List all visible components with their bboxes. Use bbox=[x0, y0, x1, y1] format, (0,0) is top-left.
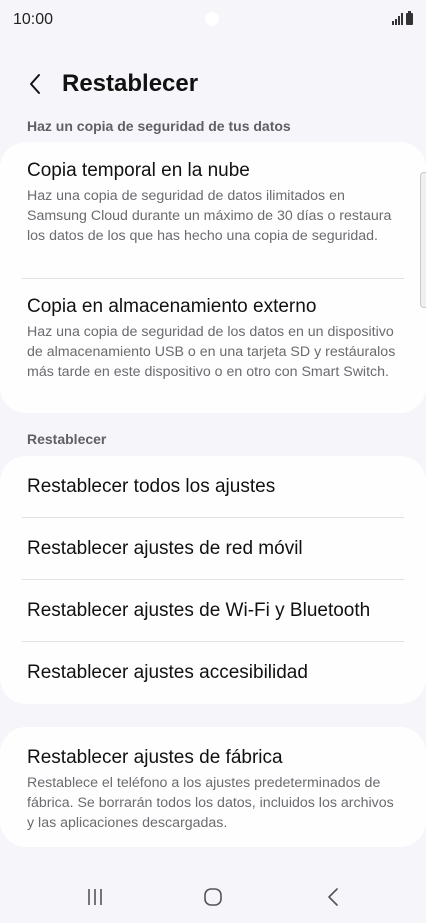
factory-reset-description: Restablece el teléfono a los ajustes pre… bbox=[27, 775, 394, 831]
signal-bars-icon bbox=[392, 13, 403, 25]
back-button[interactable] bbox=[22, 70, 50, 98]
status-icons bbox=[392, 11, 413, 25]
scroll-indicator[interactable] bbox=[420, 172, 426, 308]
recents-icon bbox=[88, 889, 102, 905]
nav-back-button[interactable] bbox=[325, 887, 341, 912]
cloud-backup-description: Haz una copia de seguridad de datos ilim… bbox=[27, 188, 392, 244]
divider bbox=[22, 579, 404, 580]
cloud-backup-title: Copia temporal en la nube bbox=[27, 160, 250, 181]
section-label-backup: Haz un copia de seguridad de tus datos bbox=[27, 118, 291, 134]
page-title: Restablecer bbox=[62, 70, 199, 97]
reset-mobile-network-title: Restablecer ajustes de red móvil bbox=[27, 538, 303, 559]
status-time: 10:00 bbox=[13, 11, 54, 28]
reset-card: Restablecer todos los ajustes Restablece… bbox=[0, 456, 426, 704]
back-chevron-icon bbox=[30, 74, 40, 94]
recents-button[interactable] bbox=[86, 888, 104, 911]
camera-cutout bbox=[205, 12, 219, 26]
reset-all-settings-item[interactable]: Restablecer todos los ajustes bbox=[27, 476, 275, 498]
reset-accessibility-item[interactable]: Restablecer ajustes accesibilidad bbox=[27, 662, 308, 684]
home-icon bbox=[204, 888, 222, 906]
divider bbox=[22, 641, 404, 642]
status-bar: 10:00 bbox=[0, 0, 426, 40]
reset-accessibility-title: Restablecer ajustes accesibilidad bbox=[27, 662, 308, 683]
reset-mobile-network-item[interactable]: Restablecer ajustes de red móvil bbox=[27, 538, 303, 560]
external-storage-item[interactable]: Copia en almacenamiento externo Haz una … bbox=[27, 296, 407, 382]
external-storage-title: Copia en almacenamiento externo bbox=[27, 296, 317, 317]
backup-card: Copia temporal en la nube Haz una copia … bbox=[0, 142, 426, 413]
header: Restablecer bbox=[0, 62, 426, 106]
reset-wifi-bluetooth-title: Restablecer ajustes de Wi-Fi y Bluetooth bbox=[27, 600, 371, 621]
factory-reset-item[interactable]: Restablecer ajustes de fábrica Restablec… bbox=[27, 747, 397, 833]
factory-reset-title: Restablecer ajustes de fábrica bbox=[27, 747, 283, 768]
home-button[interactable] bbox=[203, 887, 223, 912]
section-label-reset: Restablecer bbox=[27, 431, 107, 447]
battery-icon bbox=[406, 11, 413, 25]
divider bbox=[22, 278, 404, 279]
reset-wifi-bluetooth-item[interactable]: Restablecer ajustes de Wi-Fi y Bluetooth bbox=[27, 600, 370, 622]
external-storage-description: Haz una copia de seguridad de los datos … bbox=[27, 324, 396, 380]
factory-reset-card: Restablecer ajustes de fábrica Restablec… bbox=[0, 727, 426, 847]
cloud-backup-item[interactable]: Copia temporal en la nube Haz una copia … bbox=[27, 160, 397, 246]
divider bbox=[22, 517, 404, 518]
back-icon bbox=[328, 888, 338, 906]
reset-all-settings-title: Restablecer todos los ajustes bbox=[27, 476, 276, 497]
navigation-bar bbox=[0, 870, 426, 923]
